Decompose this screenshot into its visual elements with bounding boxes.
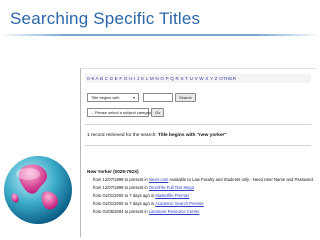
title-search-row: Title begins with ▾ Search [87, 93, 196, 102]
search-screenshot: 0-9 A B C D E F G H I J K L M N O P Q R … [80, 68, 316, 237]
holding-dates: from 12/07/1999 to present in [93, 185, 149, 190]
divider [85, 124, 311, 125]
slide-title: Searching Specific Titles [10, 9, 201, 28]
search-type-select[interactable]: Title begins with ▾ [87, 93, 139, 102]
globe-highlight [16, 168, 40, 180]
subject-category-value: -- Please select a subject category -- [91, 110, 156, 115]
title-divider [0, 34, 320, 36]
alphabet-bar[interactable]: 0-9 A B C D E F G H I J K L M N O P Q R … [87, 75, 309, 82]
holding-row: from 12/07/1999 to present in Nexis.com … [93, 177, 314, 182]
chevron-down-icon: ▾ [132, 95, 135, 100]
holding-row: from 01/01/2002 to 7 days ago in Masterf… [93, 193, 189, 198]
divider [85, 145, 311, 146]
holding-dates: from 12/07/1999 to present in [93, 177, 149, 182]
title-search-input[interactable] [143, 93, 173, 102]
holding-row: from 01/01/2002 to 7 days ago in Academi… [93, 201, 204, 206]
holding-dates: from 01/05/2004 to present in [93, 209, 149, 214]
holding-link[interactable]: Academic Search Premier [155, 201, 204, 206]
search-button[interactable]: Search [175, 93, 196, 102]
globe-icon [4, 156, 72, 224]
journal-title[interactable]: New Yorker (0028-792X) [87, 169, 139, 174]
subject-category-select[interactable]: -- Please select a subject category -- ▾ [87, 108, 161, 117]
holding-dates: from 01/01/2002 to 7 days ago in [93, 193, 156, 198]
result-count-text: 1 record retrieved for the search: [87, 133, 158, 138]
holding-row: from 01/05/2004 to present in Literature… [93, 209, 199, 214]
go-button[interactable]: Go [151, 108, 165, 117]
holding-link[interactable]: Masterfile Premier [155, 193, 189, 198]
holding-link[interactable]: Literature Resource Center [149, 209, 200, 214]
holding-note: Available to Law Faculty and Students on… [168, 177, 315, 182]
subject-row: -- Please select a subject category -- ▾… [87, 108, 165, 117]
search-type-value: Title begins with [91, 95, 120, 100]
holding-row: from 12/07/1999 to present in OmniFile F… [93, 185, 194, 190]
result-query: Title begins with "new yorker" [157, 133, 227, 138]
holding-link[interactable]: OmniFile Full Text Mega [149, 185, 194, 190]
result-count: 1 record retrieved for the search: Title… [87, 133, 227, 138]
holding-dates: from 01/01/2002 to 7 days ago in [93, 201, 156, 206]
holding-link[interactable]: Nexis.com [149, 177, 169, 182]
